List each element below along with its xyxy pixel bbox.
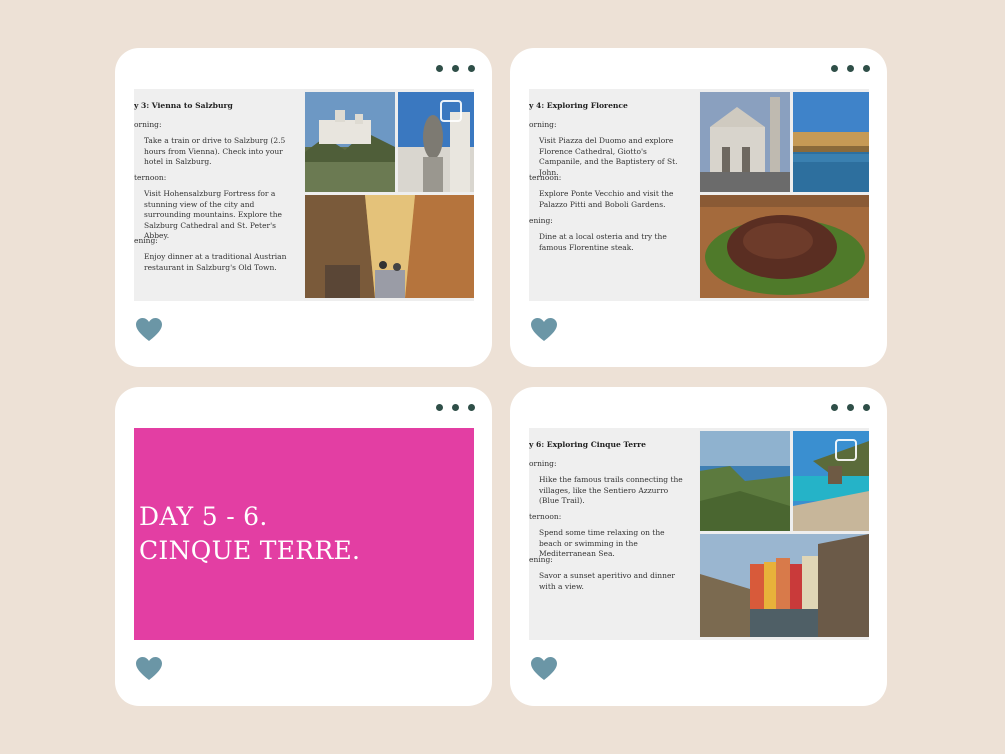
photo-fortress xyxy=(305,92,395,192)
photo-beach xyxy=(793,431,869,531)
slide-heading: DAY 5 - 6. CINQUE TERRE. xyxy=(139,500,360,568)
photo-cathedral xyxy=(700,92,790,192)
period-label: ening: xyxy=(134,236,158,245)
slide-image[interactable]: y 4: Exploring Florence orning: Visit Pi… xyxy=(529,89,869,301)
period-text: Enjoy dinner at a traditional Austrian r… xyxy=(144,252,287,272)
period-text: Visit Piazza del Duomo and explore Flore… xyxy=(539,136,678,177)
period-text: Visit Hohensalzburg Fortress for a stunn… xyxy=(144,189,282,240)
period-text: Spend some time relaxing on the beach or… xyxy=(539,528,665,558)
slide-image[interactable]: y 3: Vienna to Salzburg orning: Take a t… xyxy=(134,89,474,301)
heading-line-1: DAY 5 - 6. xyxy=(139,502,268,531)
period-text: Savor a sunset aperitivo and dinner with… xyxy=(539,571,675,591)
period-label: ternoon: xyxy=(529,512,562,521)
period-text: Take a train or drive to Salzburg (2.5 h… xyxy=(144,136,286,166)
day-title: y 4: Exploring Florence xyxy=(529,101,628,110)
heading-line-2: CINQUE TERRE. xyxy=(139,536,361,565)
photo-street xyxy=(305,195,474,298)
period-text: Explore Ponte Vecchio and visit the Pala… xyxy=(539,189,674,209)
slide-image[interactable]: y 6: Exploring Cinque Terre orning: Hike… xyxy=(529,428,869,640)
period-label: ternoon: xyxy=(529,173,562,182)
period-label: ening: xyxy=(529,216,553,225)
more-options-icon[interactable] xyxy=(436,404,475,411)
more-options-icon[interactable] xyxy=(831,65,870,72)
more-options-icon[interactable] xyxy=(436,65,475,72)
day-title: y 3: Vienna to Salzburg xyxy=(134,101,233,110)
heart-icon[interactable] xyxy=(136,657,162,681)
heart-icon[interactable] xyxy=(531,318,557,342)
image-frame-icon xyxy=(440,100,462,122)
post-card-day5-6: DAY 5 - 6. CINQUE TERRE. xyxy=(115,387,492,706)
photo-coast xyxy=(700,431,790,531)
photo-ponte-vecchio xyxy=(793,92,869,192)
post-card-day3: y 3: Vienna to Salzburg orning: Take a t… xyxy=(115,48,492,367)
itinerary-text: y 6: Exploring Cinque Terre orning: Hike… xyxy=(529,428,699,640)
post-card-day6: y 6: Exploring Cinque Terre orning: Hike… xyxy=(510,387,887,706)
photo-statue xyxy=(398,92,474,192)
period-text: Dine at a local osteria and try the famo… xyxy=(539,232,667,252)
slide-title-card[interactable]: DAY 5 - 6. CINQUE TERRE. xyxy=(134,428,474,640)
heart-icon[interactable] xyxy=(136,318,162,342)
more-options-icon[interactable] xyxy=(831,404,870,411)
itinerary-text: y 3: Vienna to Salzburg orning: Take a t… xyxy=(134,89,304,301)
period-label: ternoon: xyxy=(134,173,167,182)
period-label: ening: xyxy=(529,555,553,564)
post-card-day4: y 4: Exploring Florence orning: Visit Pi… xyxy=(510,48,887,367)
period-label: orning: xyxy=(134,120,162,129)
day-title: y 6: Exploring Cinque Terre xyxy=(529,440,646,449)
heart-icon[interactable] xyxy=(531,657,557,681)
period-label: orning: xyxy=(529,459,557,468)
period-text: Hike the famous trails connecting the vi… xyxy=(539,475,683,505)
period-label: orning: xyxy=(529,120,557,129)
photo-steak xyxy=(700,195,869,298)
itinerary-text: y 4: Exploring Florence orning: Visit Pi… xyxy=(529,89,699,301)
image-frame-icon xyxy=(835,439,857,461)
photo-village xyxy=(700,534,869,637)
